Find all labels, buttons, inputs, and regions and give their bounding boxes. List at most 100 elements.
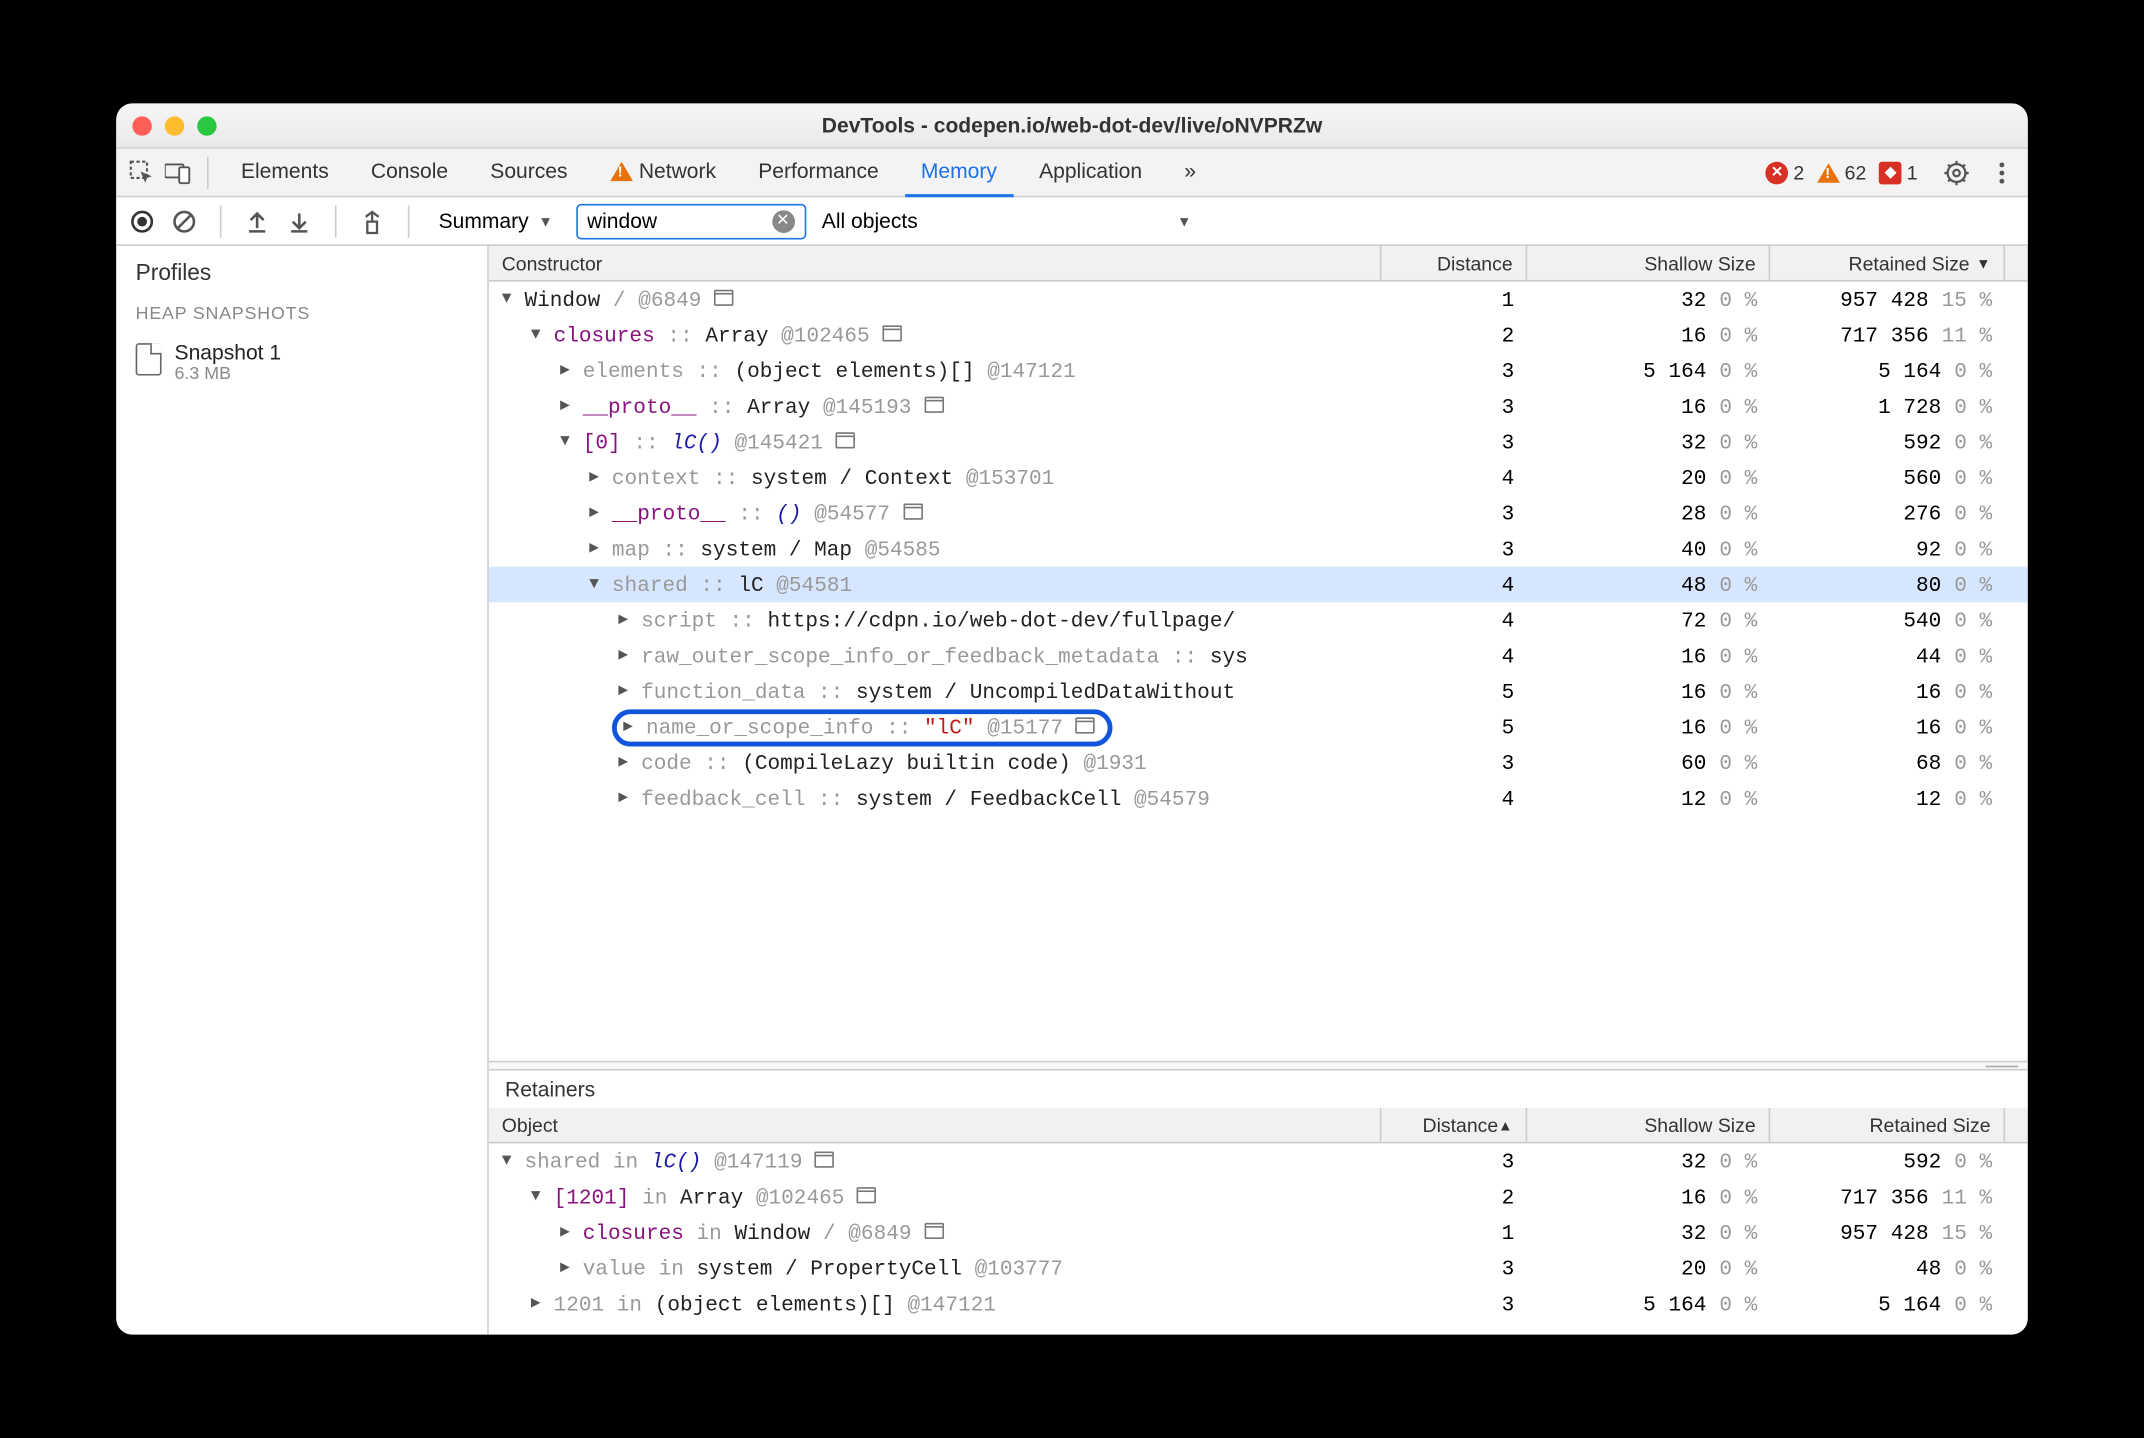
row-label: raw_outer_scope_info_or_feedback_metadat… <box>641 644 1248 668</box>
expand-icon[interactable]: ▶ <box>589 468 605 487</box>
table-row[interactable]: ▶__proto__ :: () @54577 3280 %2760 % <box>489 495 2028 531</box>
table-row[interactable]: ▼[1201] in Array @102465 2160 %717 35611… <box>489 1179 2028 1215</box>
row-label: Window / @6849 <box>524 287 733 311</box>
tab-network[interactable]: Network <box>593 148 732 197</box>
shallow-size-cell: 480 % <box>1527 572 1770 596</box>
col-distance[interactable]: Distance ▲ <box>1381 1108 1527 1142</box>
snapshot-item[interactable]: Snapshot 1 6.3 MB <box>116 330 487 393</box>
gc-icon[interactable] <box>359 208 385 234</box>
expand-icon[interactable]: ▶ <box>618 753 634 772</box>
table-row[interactable]: ▶context :: system / Context @1537014200… <box>489 460 2028 496</box>
tab-performance[interactable]: Performance <box>742 148 895 197</box>
upload-icon[interactable] <box>244 208 270 234</box>
retained-size-cell: 800 % <box>1770 572 2005 596</box>
expand-icon[interactable]: ▼ <box>531 1188 547 1206</box>
objects-filter-selector[interactable]: All objects ▼ <box>822 209 1192 233</box>
table-row[interactable]: ▶elements :: (object elements)[] @147121… <box>489 353 2028 389</box>
view-selector[interactable]: Summary ▼ <box>432 209 559 233</box>
col-distance[interactable]: Distance <box>1381 246 1527 280</box>
settings-icon[interactable] <box>1944 159 1970 185</box>
row-label: shared :: lC @54581 <box>612 572 852 596</box>
window-title: DevTools - codepen.io/web-dot-dev/live/o… <box>116 113 2028 137</box>
expand-icon[interactable]: ▶ <box>618 789 634 808</box>
shallow-size-cell: 160 % <box>1527 323 1770 347</box>
tab-network-label: Network <box>639 158 716 182</box>
table-row[interactable]: ▶__proto__ :: Array @145193 3160 %1 7280… <box>489 389 2028 425</box>
expand-icon[interactable]: ▶ <box>589 539 605 558</box>
table-row[interactable]: ▶map :: system / Map @545853400 %920 % <box>489 531 2028 567</box>
col-object[interactable]: Object <box>489 1108 1382 1142</box>
table-row[interactable]: ▼[0] :: lC() @145421 3320 %5920 % <box>489 424 2028 460</box>
col-retained[interactable]: Retained Size <box>1770 1108 2005 1142</box>
record-icon[interactable] <box>129 208 155 234</box>
expand-icon[interactable]: ▼ <box>502 1152 518 1170</box>
table-row[interactable]: ▶code :: (CompileLazy builtin code) @193… <box>489 745 2028 781</box>
col-shallow[interactable]: Shallow Size <box>1527 246 1770 280</box>
col-retained[interactable]: Retained Size ▼ <box>1770 246 2005 280</box>
retained-size-cell: 920 % <box>1770 537 2005 561</box>
table-row[interactable]: ▶ function_data :: system / UncompiledDat… <box>489 674 2028 710</box>
clear-filter-icon[interactable]: ✕ <box>772 210 795 233</box>
distance-cell: 4 <box>1381 465 1527 489</box>
shallow-size-cell: 320 % <box>1527 287 1770 311</box>
expand-icon[interactable]: ▼ <box>531 326 547 344</box>
table-row[interactable]: ▼Window / @6849 1320 %957 42815 % <box>489 282 2028 318</box>
table-row[interactable]: ▶ raw_outer_scope_info_or_feedback_metada… <box>489 638 2028 674</box>
table-row[interactable]: ▶script :: https://cdpn.io/web-dot-dev/f… <box>489 602 2028 638</box>
table-row[interactable]: ▶value in system / PropertyCell @1037773… <box>489 1250 2028 1286</box>
table-row[interactable]: ▶closures in Window / @6849 1320 %957 42… <box>489 1215 2028 1251</box>
expand-icon[interactable]: ▶ <box>560 361 576 380</box>
expand-icon[interactable]: ▶ <box>560 397 576 416</box>
shallow-size-cell: 160 % <box>1527 394 1770 418</box>
split-bar[interactable] <box>489 1061 2028 1071</box>
retained-size-cell: 957 42815 % <box>1770 287 2005 311</box>
class-filter-input[interactable]: ✕ <box>576 203 806 239</box>
expand-icon[interactable]: ▶ <box>560 1258 576 1277</box>
table-row[interactable]: ▶feedback_cell :: system / FeedbackCell … <box>489 781 2028 817</box>
tab-console[interactable]: Console <box>355 148 465 197</box>
row-label: function_data :: system / UncompiledData… <box>641 679 1235 703</box>
tab-sources[interactable]: Sources <box>474 148 584 197</box>
device-toolbar-icon[interactable] <box>165 159 191 185</box>
table-row[interactable]: ▼shared in lC() @147119 3320 %5920 % <box>489 1143 2028 1179</box>
table-row[interactable]: ▶1201 in (object elements)[] @14712135 1… <box>489 1286 2028 1322</box>
table-row[interactable]: ▼closures :: Array @102465 2160 %717 356… <box>489 317 2028 353</box>
download-icon[interactable] <box>286 208 312 234</box>
tab-memory[interactable]: Memory <box>905 148 1013 197</box>
tab-elements[interactable]: Elements <box>225 148 345 197</box>
expand-icon[interactable]: ▼ <box>502 291 518 309</box>
tab-more[interactable]: » <box>1168 148 1212 197</box>
row-label: value in system / PropertyCell @103777 <box>583 1256 1063 1280</box>
expand-icon[interactable]: ▶ <box>618 682 634 701</box>
expand-icon[interactable]: ▼ <box>589 576 605 594</box>
errors-badge[interactable]: ✕ 2 <box>1766 161 1804 184</box>
tab-application[interactable]: Application <box>1023 148 1158 197</box>
expand-icon[interactable]: ▶ <box>589 504 605 523</box>
col-retained-label: Retained Size <box>1849 252 1970 275</box>
expand-icon[interactable]: ▶ <box>618 610 634 629</box>
expand-icon[interactable]: ▶ <box>560 1223 576 1242</box>
kebab-menu-icon[interactable] <box>1989 159 2015 185</box>
col-shallow[interactable]: Shallow Size <box>1527 1108 1770 1142</box>
retainers-rows[interactable]: ▼shared in lC() @147119 3320 %5920 %▼[12… <box>489 1143 2028 1334</box>
distance-cell: 1 <box>1381 1220 1527 1244</box>
clear-icon[interactable] <box>171 208 197 234</box>
class-filter-field[interactable] <box>587 209 765 233</box>
warnings-badge[interactable]: 62 <box>1817 161 1866 184</box>
snapshot-icon <box>136 343 162 375</box>
expand-icon[interactable]: ▶ <box>531 1294 547 1313</box>
shallow-size-cell: 320 % <box>1527 1220 1770 1244</box>
expand-icon[interactable]: ▶ <box>618 646 634 665</box>
distance-cell: 3 <box>1381 359 1527 383</box>
table-row[interactable]: ▼shared :: lC @545814480 %800 % <box>489 567 2028 603</box>
inspect-icon[interactable] <box>129 159 155 185</box>
retained-size-cell: 680 % <box>1770 751 2005 775</box>
constructors-rows[interactable]: ▼Window / @6849 1320 %957 42815 %▼closur… <box>489 282 2028 1061</box>
expand-icon[interactable]: ▶ <box>623 717 639 736</box>
sidebar: Profiles HEAP SNAPSHOTS Snapshot 1 6.3 M… <box>116 246 489 1335</box>
col-constructor[interactable]: Constructor <box>489 246 1382 280</box>
retainers-heading: Retainers <box>489 1071 2028 1108</box>
table-row[interactable]: ▶name_or_scope_info :: "lC" @15177 5160 … <box>489 709 2028 745</box>
expand-icon[interactable]: ▼ <box>560 433 576 451</box>
issues-badge[interactable]: ◆ 1 <box>1879 161 1917 184</box>
